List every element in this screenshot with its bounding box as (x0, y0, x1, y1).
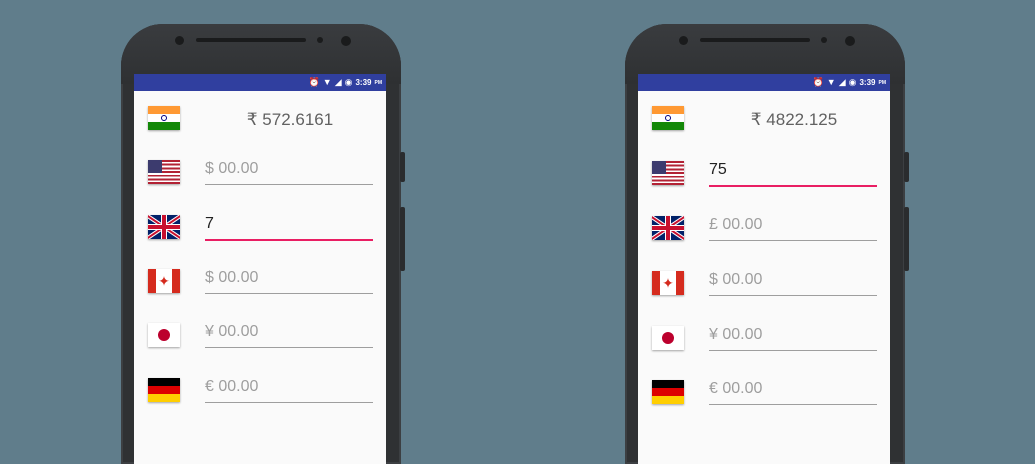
alarm-icon: ⏰ (308, 77, 320, 87)
power-button (904, 152, 909, 182)
status-ampm: PM (374, 79, 383, 86)
currency-row-gbp: 7 (134, 213, 386, 253)
germany-flag-icon (148, 378, 180, 402)
currency-row-usd: 75 (638, 159, 890, 199)
wifi-icon: ▼ (322, 77, 332, 87)
phone-frame-left: ⏰ ▼ ◢ ◉ 3:39 PM ₹ 572.6161 $ 00.00 7 ✦ $… (121, 24, 405, 464)
germany-flag-icon (652, 380, 684, 404)
cad-input[interactable]: $ 00.00 (709, 269, 877, 296)
proximity-sensor (317, 37, 323, 43)
eur-input[interactable]: € 00.00 (709, 378, 877, 405)
signal-icon: ◢ (838, 77, 846, 87)
battery-icon: ◉ (344, 77, 353, 87)
status-ampm: PM (878, 79, 887, 86)
status-time: 3:39 (355, 78, 372, 87)
front-sensor (341, 36, 351, 46)
canada-flag-icon: ✦ (148, 269, 180, 293)
usd-input[interactable]: $ 00.00 (205, 158, 373, 185)
earpiece-speaker (700, 38, 810, 42)
gbp-input[interactable]: 7 (205, 213, 373, 241)
currency-row-jpy: ¥ 00.00 (638, 324, 890, 364)
front-sensor (845, 36, 855, 46)
app-screen: ⏰ ▼ ◢ ◉ 3:39 PM ₹ 4822.125 75 £ 00.00 ✦ … (638, 74, 890, 464)
currency-row-jpy: ¥ 00.00 (134, 321, 386, 361)
japan-flag-icon (652, 326, 684, 350)
status-time: 3:39 (859, 78, 876, 87)
earpiece-speaker (196, 38, 306, 42)
uk-flag-icon (148, 215, 180, 239)
cad-input[interactable]: $ 00.00 (205, 267, 373, 294)
currency-row-usd: $ 00.00 (134, 158, 386, 198)
phone-frame-right: ⏰ ▼ ◢ ◉ 3:39 PM ₹ 4822.125 75 £ 00.00 ✦ … (625, 24, 909, 464)
usa-flag-icon (652, 161, 684, 185)
front-camera (175, 36, 184, 45)
uk-flag-icon (652, 216, 684, 240)
india-flag-icon (148, 106, 180, 130)
status-bar: ⏰ ▼ ◢ ◉ 3:39 PM (134, 74, 386, 91)
front-camera (679, 36, 688, 45)
india-flag-icon (652, 106, 684, 130)
eur-input[interactable]: € 00.00 (205, 376, 373, 403)
battery-icon: ◉ (848, 77, 857, 87)
currency-row-cad: ✦ $ 00.00 (638, 269, 890, 309)
currency-row-cad: ✦ $ 00.00 (134, 267, 386, 307)
proximity-sensor (821, 37, 827, 43)
currency-row-eur: € 00.00 (638, 378, 890, 418)
inr-result: ₹ 4822.125 (750, 110, 838, 129)
alarm-icon: ⏰ (812, 77, 824, 87)
power-button (400, 152, 405, 182)
jpy-input[interactable]: ¥ 00.00 (205, 321, 373, 348)
app-screen: ⏰ ▼ ◢ ◉ 3:39 PM ₹ 572.6161 $ 00.00 7 ✦ $… (134, 74, 386, 464)
gbp-input[interactable]: £ 00.00 (709, 214, 877, 241)
signal-icon: ◢ (334, 77, 342, 87)
canada-flag-icon: ✦ (652, 271, 684, 295)
base-currency-row: ₹ 572.6161 (134, 104, 386, 144)
volume-button (904, 207, 909, 271)
status-bar: ⏰ ▼ ◢ ◉ 3:39 PM (638, 74, 890, 91)
volume-button (400, 207, 405, 271)
jpy-input[interactable]: ¥ 00.00 (709, 324, 877, 351)
currency-row-eur: € 00.00 (134, 376, 386, 416)
currency-row-gbp: £ 00.00 (638, 214, 890, 254)
wifi-icon: ▼ (826, 77, 836, 87)
inr-result: ₹ 572.6161 (246, 110, 334, 129)
japan-flag-icon (148, 323, 180, 347)
usa-flag-icon (148, 160, 180, 184)
base-currency-row: ₹ 4822.125 (638, 104, 890, 144)
usd-input[interactable]: 75 (709, 159, 877, 187)
